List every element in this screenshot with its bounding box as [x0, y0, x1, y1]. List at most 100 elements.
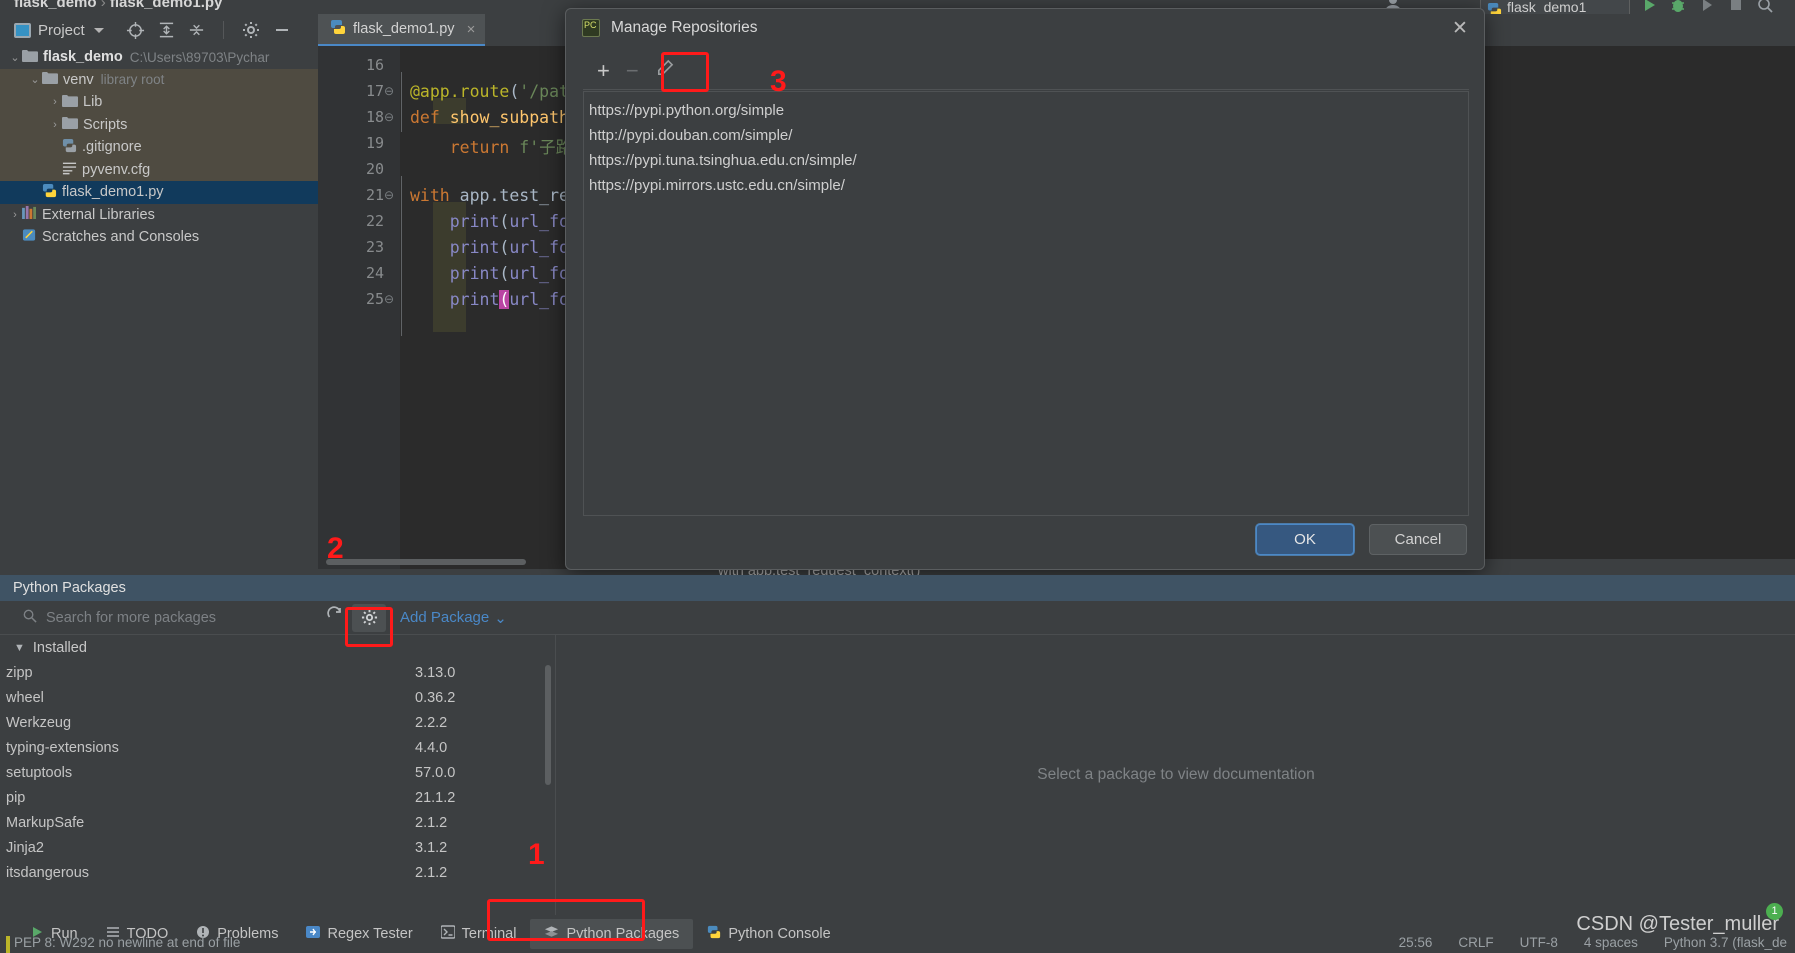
- package-name: setuptools: [6, 764, 73, 781]
- project-title-label: Project: [38, 21, 85, 39]
- repository-item[interactable]: http://pypi.douban.com/simple/: [584, 123, 1468, 148]
- package-row[interactable]: MarkupSafe 2.1.2: [0, 810, 555, 835]
- repository-list[interactable]: https://pypi.python.org/simple http://pyp…: [583, 91, 1469, 516]
- ok-button[interactable]: OK: [1256, 524, 1354, 555]
- close-icon[interactable]: ×: [467, 21, 476, 38]
- chevron-icon[interactable]: ⌄: [28, 73, 42, 86]
- collapse-all-icon[interactable]: [188, 21, 205, 39]
- fold-marker[interactable]: ⊖: [384, 292, 397, 306]
- breadcrumb-file[interactable]: flask_demo1.py: [110, 0, 223, 11]
- stop-icon[interactable]: [1727, 0, 1745, 14]
- project-panel-header: Project: [0, 14, 318, 46]
- close-icon[interactable]: ✕: [1450, 19, 1470, 39]
- refresh-icon[interactable]: [326, 606, 344, 629]
- debug-icon[interactable]: [1669, 0, 1687, 14]
- chevron-icon[interactable]: ›: [8, 209, 22, 221]
- dialog-toolbar: + −: [583, 53, 1469, 90]
- tree-item-detail: library root: [100, 72, 165, 88]
- fold-marker[interactable]: ⊖: [384, 188, 397, 202]
- line-number: 24: [365, 264, 384, 282]
- project-tree: ⌄ flask_demo C:\Users\89703\Pychar ⌄ venv lib…: [0, 46, 318, 249]
- remove-repository-button[interactable]: −: [626, 60, 639, 82]
- tree-item-scratches-and-consoles[interactable]: Scratches and Consoles: [0, 226, 318, 249]
- tree-item-lib[interactable]: › Lib: [0, 91, 318, 114]
- installed-group-header[interactable]: ▼ Installed: [0, 635, 555, 660]
- tree-item-external-libraries[interactable]: › External Libraries: [0, 204, 318, 227]
- search-everywhere-icon[interactable]: [1756, 0, 1774, 14]
- package-version: 2.1.2: [415, 814, 448, 831]
- locate-icon[interactable]: [126, 21, 145, 40]
- breadcrumb-project[interactable]: flask_demo: [14, 0, 97, 11]
- package-row[interactable]: Jinja2 3.1.2: [0, 835, 555, 860]
- package-row[interactable]: itsdangerous 2.1.2: [0, 860, 555, 885]
- line-number: 17: [365, 82, 384, 100]
- fold-marker[interactable]: ⊖: [384, 110, 397, 124]
- scratches-icon: [22, 228, 37, 246]
- tree-item-label: pyvenv.cfg: [82, 161, 151, 178]
- package-name: wheel: [6, 689, 44, 706]
- package-row[interactable]: wheel 0.36.2: [0, 685, 555, 710]
- repository-item[interactable]: https://pypi.mirrors.ustc.edu.cn/simple/: [584, 173, 1468, 198]
- search-input[interactable]: Search for more packages: [0, 608, 318, 627]
- package-row[interactable]: typing-extensions 4.4.0: [0, 735, 555, 760]
- caret-position[interactable]: 25:56: [1399, 935, 1433, 950]
- hide-panel-icon[interactable]: [273, 21, 291, 39]
- repository-item[interactable]: https://pypi.python.org/simple: [584, 98, 1468, 123]
- tree-item-flask-demo1-py[interactable]: flask_demo1.py: [0, 181, 318, 204]
- fold-marker[interactable]: ⊖: [384, 84, 397, 98]
- add-repository-button[interactable]: +: [597, 60, 610, 82]
- installed-group-label: Installed: [32, 639, 87, 656]
- settings-gear-icon[interactable]: [242, 21, 260, 39]
- package-name: typing-extensions: [6, 739, 119, 756]
- chevron-icon[interactable]: ⌄: [8, 51, 22, 64]
- annotation-box-gear: [345, 607, 393, 647]
- python-packages-header: Python Packages: [0, 575, 1795, 601]
- package-row[interactable]: setuptools 57.0.0: [0, 760, 555, 785]
- search-placeholder: Search for more packages: [46, 609, 217, 626]
- package-name: pip: [6, 789, 26, 806]
- editor-tab-flask-demo1[interactable]: flask_demo1.py ×: [318, 14, 486, 46]
- interpreter[interactable]: Python 3.7 (flask_de: [1664, 935, 1787, 950]
- editor-horizontal-scrollbar[interactable]: [326, 559, 526, 565]
- package-row[interactable]: zipp 3.13.0: [0, 660, 555, 685]
- expand-all-icon[interactable]: [158, 21, 175, 39]
- encoding[interactable]: UTF-8: [1520, 935, 1558, 950]
- line-separator[interactable]: CRLF: [1458, 935, 1493, 950]
- package-name: zipp: [6, 664, 33, 681]
- cancel-button[interactable]: Cancel: [1369, 524, 1467, 555]
- breadcrumb-separator: ›: [100, 0, 106, 11]
- package-version: 21.1.2: [415, 789, 456, 806]
- chevron-down-icon[interactable]: [93, 27, 104, 33]
- run-toolbar: [1640, 0, 1774, 14]
- chevron-down-icon: ▼: [14, 641, 25, 654]
- run-configuration-selector[interactable]: flask_demo1: [1480, 0, 1630, 14]
- gitignore-icon: [62, 138, 77, 157]
- line-number: 25: [365, 290, 384, 308]
- status-warning-stripe: [6, 936, 10, 953]
- tree-item-flask-demo[interactable]: ⌄ flask_demo C:\Users\89703\Pychar: [0, 46, 318, 69]
- tree-item-scripts[interactable]: › Scripts: [0, 113, 318, 136]
- chevron-icon[interactable]: ›: [48, 119, 62, 131]
- package-row[interactable]: Werkzeug 2.2.2: [0, 710, 555, 735]
- run-icon[interactable]: [1640, 0, 1658, 14]
- tree-item-pyvenv-cfg[interactable]: pyvenv.cfg: [0, 158, 318, 181]
- indent-setting[interactable]: 4 spaces: [1584, 935, 1638, 950]
- tree-item-label: Scratches and Consoles: [42, 229, 200, 246]
- watermark: CSDN @Tester_muller 1: [1576, 903, 1783, 936]
- line-number: 16: [365, 56, 384, 74]
- tree-item-detail: C:\Users\89703\Pychar: [129, 49, 270, 65]
- chevron-icon[interactable]: ›: [48, 96, 62, 108]
- project-title[interactable]: Project: [14, 22, 85, 39]
- pycharm-icon: [582, 19, 600, 37]
- tree-item-venv[interactable]: ⌄ venv library root: [0, 68, 318, 91]
- breadcrumb: flask_demo › flask_demo1.py: [14, 0, 222, 11]
- coverage-icon[interactable]: [1698, 0, 1716, 14]
- tree-item-label: flask_demo1.py: [62, 184, 164, 201]
- repository-item[interactable]: https://pypi.tuna.tsinghua.edu.cn/simple…: [584, 148, 1468, 173]
- package-row[interactable]: pip 21.1.2: [0, 785, 555, 810]
- editor-gutter[interactable]: 16 17 18 19 20 21 22 23 24 25 ⊖ ⊖ ⊖ ⊖: [318, 46, 400, 569]
- add-package-button[interactable]: Add Package ⌄: [400, 609, 507, 627]
- tree-item-gitignore[interactable]: .gitignore: [0, 136, 318, 159]
- packages-scrollbar[interactable]: [545, 665, 551, 785]
- package-name: Jinja2: [6, 839, 44, 856]
